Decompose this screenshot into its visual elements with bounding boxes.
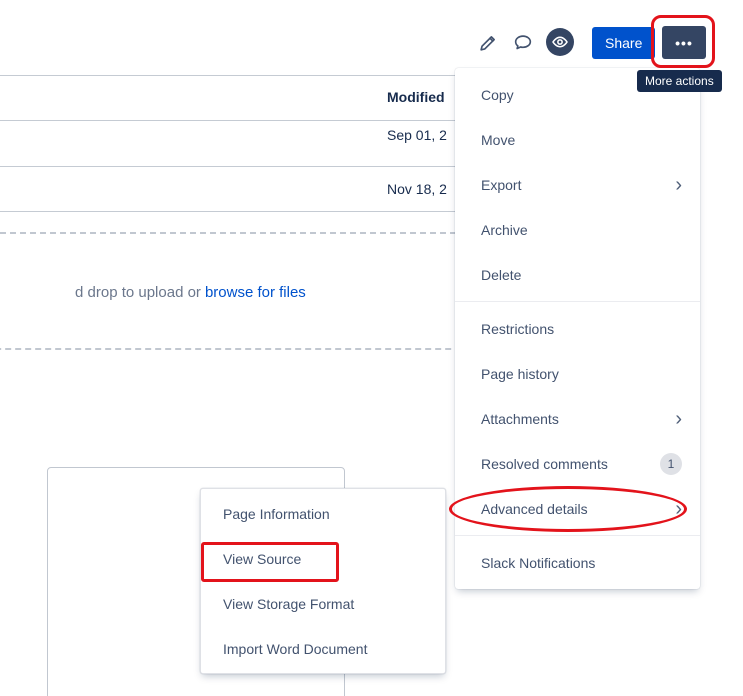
comment-icon [514, 35, 532, 50]
menu-item-page-history[interactable]: Page history [455, 351, 700, 396]
submenu-item-label: View Source [223, 550, 302, 567]
menu-item-label: Copy [481, 86, 514, 103]
browse-for-files-link[interactable]: browse for files [205, 284, 306, 301]
menu-item-label: Advanced details [481, 500, 588, 517]
watch-button[interactable] [546, 28, 574, 56]
more-actions-button[interactable]: ••• [662, 26, 706, 59]
menu-item-label: Export [481, 176, 522, 193]
menu-item-export[interactable]: Export › [455, 162, 700, 207]
menu-item-advanced-details[interactable]: Advanced details › [455, 486, 700, 531]
chevron-right-icon: › [675, 173, 682, 196]
submenu-item-view-storage-format[interactable]: View Storage Format [201, 581, 445, 626]
modified-column-header: Modified [387, 89, 445, 105]
submenu-item-view-source[interactable]: View Source [201, 536, 445, 581]
eye-icon [552, 36, 568, 48]
submenu-item-label: Page Information [223, 505, 330, 522]
menu-item-restrictions[interactable]: Restrictions [455, 306, 700, 351]
table-cell-modified-date: Sep 01, 2 [387, 127, 447, 143]
menu-item-move[interactable]: Move [455, 117, 700, 162]
menu-divider [455, 301, 700, 302]
comment-button[interactable] [509, 29, 537, 57]
menu-divider [455, 535, 700, 536]
table-row-divider [0, 211, 456, 212]
advanced-details-submenu: Page Information View Source View Storag… [200, 488, 446, 674]
page: Modified Sep 01, 2 Nov 18, 2 d drop to u… [0, 0, 743, 696]
table-row-divider [0, 166, 456, 167]
menu-item-label: Attachments [481, 410, 559, 427]
edit-button[interactable] [474, 29, 502, 57]
menu-item-delete[interactable]: Delete [455, 252, 700, 297]
table-cell-modified-date: Nov 18, 2 [387, 181, 447, 197]
chevron-right-icon: › [675, 497, 682, 520]
menu-item-label: Move [481, 131, 516, 148]
table-row-divider [0, 120, 456, 121]
resolved-comments-count-badge: 1 [660, 452, 682, 475]
submenu-item-import-word-document[interactable]: Import Word Document [201, 626, 445, 671]
chevron-right-icon: › [675, 407, 682, 430]
menu-item-resolved-comments[interactable]: Resolved comments 1 [455, 441, 700, 486]
table-row-divider [0, 75, 456, 76]
menu-item-label: Page history [481, 365, 559, 382]
menu-item-label: Delete [481, 266, 522, 283]
dropzone-hint-text: d drop to upload or [75, 284, 201, 301]
pencil-icon [480, 36, 495, 51]
menu-item-label: Archive [481, 221, 528, 238]
dropzone-text: d drop to upload or browse for files [75, 284, 306, 301]
menu-item-label: Slack Notifications [481, 554, 596, 571]
menu-item-slack-notifications[interactable]: Slack Notifications [455, 540, 700, 585]
submenu-item-page-information[interactable]: Page Information [201, 491, 445, 536]
submenu-item-label: View Storage Format [223, 595, 355, 612]
more-actions-menu: Copy Move Export › Archive Delete Restri… [455, 68, 700, 589]
menu-item-attachments[interactable]: Attachments › [455, 396, 700, 441]
menu-item-label: Resolved comments [481, 455, 608, 472]
share-button[interactable]: Share [592, 27, 656, 59]
menu-item-label: Restrictions [481, 320, 555, 337]
menu-item-archive[interactable]: Archive [455, 207, 700, 252]
submenu-item-label: Import Word Document [223, 640, 368, 657]
more-actions-tooltip: More actions [637, 70, 722, 92]
